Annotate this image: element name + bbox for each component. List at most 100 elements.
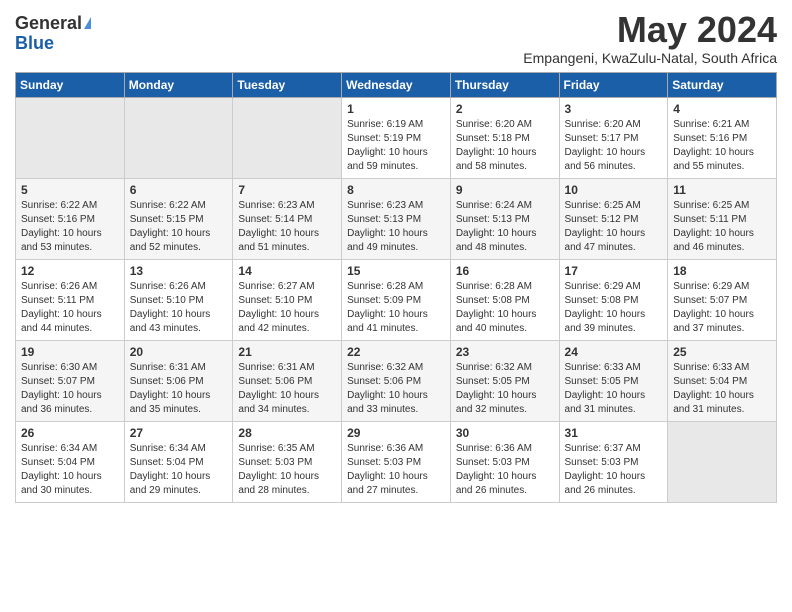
day-number: 18 xyxy=(673,264,771,278)
header-cell-thursday: Thursday xyxy=(450,72,559,97)
calendar-body: 1Sunrise: 6:19 AMSunset: 5:19 PMDaylight… xyxy=(16,97,777,502)
day-cell-empty xyxy=(124,97,233,178)
day-info: Sunrise: 6:23 AMSunset: 5:14 PMDaylight:… xyxy=(238,199,336,255)
day-number: 26 xyxy=(21,426,119,440)
week-row-0: 1Sunrise: 6:19 AMSunset: 5:19 PMDaylight… xyxy=(16,97,777,178)
day-cell-18: 18 Sunrise: 6:29 AMSunset: 5:07 PMDayligh… xyxy=(668,259,777,340)
day-number: 12 xyxy=(21,264,119,278)
day-info: Sunrise: 6:24 AMSunset: 5:13 PMDaylight:… xyxy=(456,199,554,255)
day-info: Sunrise: 6:34 AMSunset: 5:04 PMDaylight:… xyxy=(130,442,228,498)
calendar-header: SundayMondayTuesdayWednesdayThursdayFrid… xyxy=(16,72,777,97)
day-info: Sunrise: 6:29 AMSunset: 5:08 PMDaylight:… xyxy=(565,280,663,336)
day-info: Sunrise: 6:34 AMSunset: 5:04 PMDaylight:… xyxy=(21,442,119,498)
day-number: 17 xyxy=(565,264,663,278)
header-row: SundayMondayTuesdayWednesdayThursdayFrid… xyxy=(16,72,777,97)
location-subtitle: Empangeni, KwaZulu-Natal, South Africa xyxy=(523,50,777,66)
logo: General Blue xyxy=(15,14,91,54)
day-info: Sunrise: 6:28 AMSunset: 5:09 PMDaylight:… xyxy=(347,280,445,336)
week-row-2: 12 Sunrise: 6:26 AMSunset: 5:11 PMDayligh… xyxy=(16,259,777,340)
day-info: Sunrise: 6:19 AMSunset: 5:19 PMDaylight:… xyxy=(347,118,445,174)
day-number: 10 xyxy=(565,183,663,197)
week-row-4: 26 Sunrise: 6:34 AMSunset: 5:04 PMDayligh… xyxy=(16,421,777,502)
day-cell-12: 12 Sunrise: 6:26 AMSunset: 5:11 PMDayligh… xyxy=(16,259,125,340)
day-cell-1: 1Sunrise: 6:19 AMSunset: 5:19 PMDaylight… xyxy=(342,97,451,178)
day-info: Sunrise: 6:31 AMSunset: 5:06 PMDaylight:… xyxy=(238,361,336,417)
day-cell-7: 7 Sunrise: 6:23 AMSunset: 5:14 PMDaylight… xyxy=(233,178,342,259)
day-info: Sunrise: 6:23 AMSunset: 5:13 PMDaylight:… xyxy=(347,199,445,255)
day-cell-8: 8 Sunrise: 6:23 AMSunset: 5:13 PMDaylight… xyxy=(342,178,451,259)
day-number: 19 xyxy=(21,345,119,359)
day-info: Sunrise: 6:31 AMSunset: 5:06 PMDaylight:… xyxy=(130,361,228,417)
day-number: 24 xyxy=(565,345,663,359)
day-cell-17: 17 Sunrise: 6:29 AMSunset: 5:08 PMDayligh… xyxy=(559,259,668,340)
day-cell-20: 20 Sunrise: 6:31 AMSunset: 5:06 PMDayligh… xyxy=(124,340,233,421)
day-cell-11: 11Sunrise: 6:25 AMSunset: 5:11 PMDayligh… xyxy=(668,178,777,259)
day-cell-30: 30Sunrise: 6:36 AMSunset: 5:03 PMDayligh… xyxy=(450,421,559,502)
day-number: 31 xyxy=(565,426,663,440)
header-cell-wednesday: Wednesday xyxy=(342,72,451,97)
day-info: Sunrise: 6:25 AMSunset: 5:11 PMDaylight:… xyxy=(673,199,771,255)
day-number: 29 xyxy=(347,426,445,440)
day-cell-22: 22 Sunrise: 6:32 AMSunset: 5:06 PMDayligh… xyxy=(342,340,451,421)
day-cell-3: 3 Sunrise: 6:20 AMSunset: 5:17 PMDaylight… xyxy=(559,97,668,178)
day-cell-14: 14 Sunrise: 6:27 AMSunset: 5:10 PMDayligh… xyxy=(233,259,342,340)
day-number: 23 xyxy=(456,345,554,359)
day-number: 13 xyxy=(130,264,228,278)
day-cell-28: 28 Sunrise: 6:35 AMSunset: 5:03 PMDayligh… xyxy=(233,421,342,502)
day-cell-13: 13Sunrise: 6:26 AMSunset: 5:10 PMDayligh… xyxy=(124,259,233,340)
day-info: Sunrise: 6:32 AMSunset: 5:06 PMDaylight:… xyxy=(347,361,445,417)
day-number: 25 xyxy=(673,345,771,359)
day-info: Sunrise: 6:35 AMSunset: 5:03 PMDaylight:… xyxy=(238,442,336,498)
day-number: 9 xyxy=(456,183,554,197)
day-cell-empty xyxy=(16,97,125,178)
day-info: Sunrise: 6:20 AMSunset: 5:17 PMDaylight:… xyxy=(565,118,663,174)
day-info: Sunrise: 6:22 AMSunset: 5:15 PMDaylight:… xyxy=(130,199,228,255)
day-info: Sunrise: 6:29 AMSunset: 5:07 PMDaylight:… xyxy=(673,280,771,336)
day-info: Sunrise: 6:25 AMSunset: 5:12 PMDaylight:… xyxy=(565,199,663,255)
day-info: Sunrise: 6:33 AMSunset: 5:05 PMDaylight:… xyxy=(565,361,663,417)
day-cell-4: 4Sunrise: 6:21 AMSunset: 5:16 PMDaylight… xyxy=(668,97,777,178)
day-cell-23: 23Sunrise: 6:32 AMSunset: 5:05 PMDayligh… xyxy=(450,340,559,421)
day-cell-6: 6 Sunrise: 6:22 AMSunset: 5:15 PMDaylight… xyxy=(124,178,233,259)
day-info: Sunrise: 6:26 AMSunset: 5:11 PMDaylight:… xyxy=(21,280,119,336)
day-cell-2: 2 Sunrise: 6:20 AMSunset: 5:18 PMDaylight… xyxy=(450,97,559,178)
week-row-1: 5Sunrise: 6:22 AMSunset: 5:16 PMDaylight… xyxy=(16,178,777,259)
day-info: Sunrise: 6:27 AMSunset: 5:10 PMDaylight:… xyxy=(238,280,336,336)
day-info: Sunrise: 6:28 AMSunset: 5:08 PMDaylight:… xyxy=(456,280,554,336)
day-info: Sunrise: 6:36 AMSunset: 5:03 PMDaylight:… xyxy=(456,442,554,498)
logo-general-line: General xyxy=(15,14,91,34)
day-info: Sunrise: 6:37 AMSunset: 5:03 PMDaylight:… xyxy=(565,442,663,498)
day-number: 3 xyxy=(565,102,663,116)
day-cell-26: 26 Sunrise: 6:34 AMSunset: 5:04 PMDayligh… xyxy=(16,421,125,502)
day-cell-19: 19Sunrise: 6:30 AMSunset: 5:07 PMDayligh… xyxy=(16,340,125,421)
day-number: 6 xyxy=(130,183,228,197)
title-block: May 2024 Empangeni, KwaZulu-Natal, South… xyxy=(523,10,777,66)
day-number: 8 xyxy=(347,183,445,197)
header-cell-monday: Monday xyxy=(124,72,233,97)
header-cell-sunday: Sunday xyxy=(16,72,125,97)
day-cell-9: 9 Sunrise: 6:24 AMSunset: 5:13 PMDaylight… xyxy=(450,178,559,259)
day-number: 20 xyxy=(130,345,228,359)
day-number: 7 xyxy=(238,183,336,197)
week-row-3: 19Sunrise: 6:30 AMSunset: 5:07 PMDayligh… xyxy=(16,340,777,421)
day-number: 22 xyxy=(347,345,445,359)
day-number: 4 xyxy=(673,102,771,116)
day-number: 27 xyxy=(130,426,228,440)
day-cell-empty xyxy=(233,97,342,178)
calendar-table: SundayMondayTuesdayWednesdayThursdayFrid… xyxy=(15,72,777,503)
day-number: 28 xyxy=(238,426,336,440)
day-cell-15: 15Sunrise: 6:28 AMSunset: 5:09 PMDayligh… xyxy=(342,259,451,340)
day-cell-29: 29 Sunrise: 6:36 AMSunset: 5:03 PMDayligh… xyxy=(342,421,451,502)
day-number: 2 xyxy=(456,102,554,116)
day-info: Sunrise: 6:20 AMSunset: 5:18 PMDaylight:… xyxy=(456,118,554,174)
day-cell-16: 16Sunrise: 6:28 AMSunset: 5:08 PMDayligh… xyxy=(450,259,559,340)
day-info: Sunrise: 6:36 AMSunset: 5:03 PMDaylight:… xyxy=(347,442,445,498)
day-info: Sunrise: 6:33 AMSunset: 5:04 PMDaylight:… xyxy=(673,361,771,417)
day-cell-27: 27 Sunrise: 6:34 AMSunset: 5:04 PMDayligh… xyxy=(124,421,233,502)
logo-general-text: General xyxy=(15,13,82,33)
month-title: May 2024 xyxy=(523,10,777,50)
day-number: 14 xyxy=(238,264,336,278)
day-number: 21 xyxy=(238,345,336,359)
logo-triangle-icon xyxy=(84,17,91,29)
day-cell-24: 24 Sunrise: 6:33 AMSunset: 5:05 PMDayligh… xyxy=(559,340,668,421)
